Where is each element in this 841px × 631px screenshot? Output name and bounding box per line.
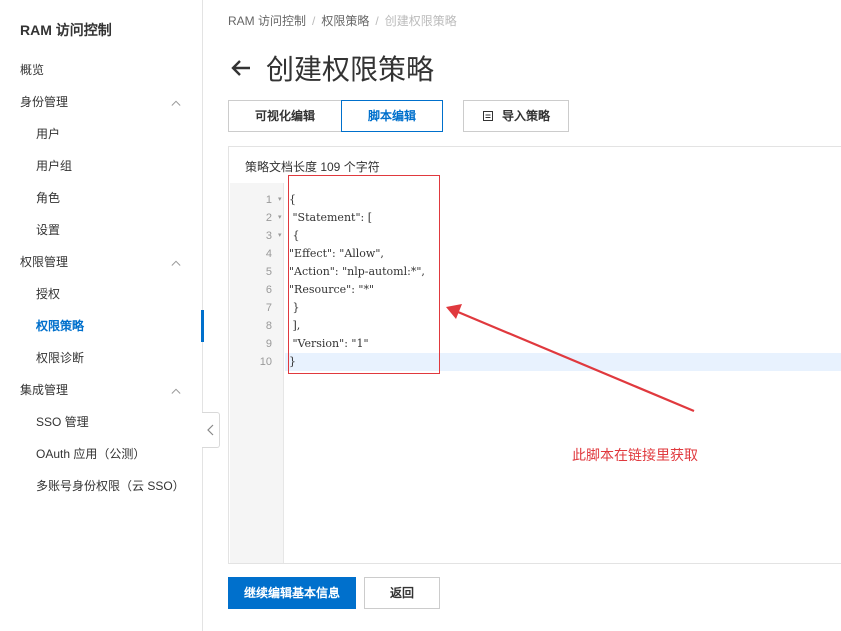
sidebar-item-7[interactable]: 授权 — [0, 278, 203, 310]
sidebar-item-4[interactable]: 角色 — [0, 182, 203, 214]
chevron-up-icon[interactable] — [171, 98, 181, 108]
sidebar-collapse-handle[interactable] — [202, 412, 220, 448]
sidebar-item-label: 用户组 — [36, 159, 73, 173]
import-policy-button[interactable]: 导入策略 — [463, 100, 570, 132]
import-policy-label: 导入策略 — [502, 109, 551, 123]
sidebar-item-0[interactable]: 概览 — [0, 54, 203, 86]
line-number: 9 — [265, 338, 272, 350]
chevron-up-icon[interactable] — [171, 386, 181, 396]
line-number: 8 — [265, 320, 272, 332]
sidebar-item-9[interactable]: 权限诊断 — [0, 342, 203, 374]
sidebar-item-5[interactable]: 设置 — [0, 214, 203, 246]
fold-toggle-icon[interactable]: ▾ — [278, 227, 282, 245]
tab-visual-edit[interactable]: 可视化编辑 — [228, 100, 343, 132]
sidebar-item-label: 授权 — [36, 287, 61, 301]
sidebar-item-8[interactable]: 权限策略 — [0, 310, 204, 342]
breadcrumb-item-ram[interactable]: RAM 访问控制 — [228, 14, 306, 28]
sidebar-item-1[interactable]: 身份管理 — [0, 86, 203, 118]
chevron-up-icon[interactable] — [171, 258, 181, 268]
back-arrow-icon[interactable] — [228, 55, 254, 81]
sidebar-item-label: 用户 — [36, 127, 61, 141]
page-title-row: 创建权限策略 — [228, 48, 434, 88]
chevron-left-icon — [206, 424, 213, 436]
sidebar-item-2[interactable]: 用户 — [0, 118, 203, 150]
sidebar-item-3[interactable]: 用户组 — [0, 150, 203, 182]
sidebar-item-6[interactable]: 权限管理 — [0, 246, 203, 278]
sidebar-item-label: OAuth 应用（公测） — [36, 447, 146, 461]
sidebar-item-label: 角色 — [36, 191, 61, 205]
active-indicator — [201, 310, 204, 342]
back-button[interactable]: 返回 — [364, 577, 440, 609]
line-number: 5 — [265, 266, 272, 278]
line-number: 6 — [265, 284, 272, 296]
import-icon — [483, 111, 493, 121]
doc-length-label: 策略文档长度 109 个字符 — [245, 160, 380, 174]
line-number: 1 — [265, 194, 272, 206]
continue-edit-basic-info-button[interactable]: 继续编辑基本信息 — [228, 577, 356, 609]
line-number: 7 — [265, 302, 272, 314]
sidebar-title: RAM 访问控制 — [20, 22, 112, 38]
line-number: 10 — [259, 356, 272, 368]
editor-mode-tabs: 可视化编辑 脚本编辑 — [228, 100, 444, 132]
sidebar-item-11[interactable]: SSO 管理 — [0, 406, 203, 438]
sidebar-item-12[interactable]: OAuth 应用（公测） — [0, 438, 203, 470]
line-number: 3 — [265, 230, 272, 242]
breadcrumb-item-current: 创建权限策略 — [384, 14, 457, 28]
sidebar-item-label: 设置 — [36, 223, 61, 237]
sidebar-item-label: SSO 管理 — [36, 415, 89, 429]
fold-toggle-icon[interactable]: ▾ — [278, 191, 282, 209]
tab-script-edit[interactable]: 脚本编辑 — [341, 100, 444, 132]
sidebar-item-label: 身份管理 — [20, 95, 69, 109]
editor-gutter: 1 ▾ 2 ▾ 3 ▾ 4 5 6 7 8 9 10 — [230, 183, 284, 563]
page-title: 创建权限策略 — [266, 54, 435, 85]
line-number: 2 — [265, 212, 272, 224]
sidebar-item-label: 多账号身份权限（云 SSO） — [36, 479, 185, 493]
fold-toggle-icon[interactable]: ▾ — [278, 209, 282, 227]
breadcrumb-item-policies[interactable]: 权限策略 — [321, 14, 369, 28]
sidebar-item-10[interactable]: 集成管理 — [0, 374, 203, 406]
sidebar-item-label: 概览 — [20, 63, 45, 77]
sidebar-item-label: 权限管理 — [20, 255, 69, 269]
sidebar-item-label: 集成管理 — [20, 383, 69, 397]
sidebar-item-13[interactable]: 多账号身份权限（云 SSO） — [0, 470, 203, 502]
sidebar-item-label: 权限诊断 — [36, 351, 85, 365]
line-number: 4 — [265, 248, 272, 260]
sidebar: RAM 访问控制 概览身份管理用户用户组角色设置权限管理授权权限策略权限诊断集成… — [0, 0, 204, 631]
sidebar-item-label: 权限策略 — [36, 319, 85, 333]
annotation-highlight-box — [288, 175, 440, 374]
annotation-text: 此脚本在链接里获取 — [572, 447, 698, 463]
breadcrumb: RAM 访问控制 / 权限策略 / 创建权限策略 — [228, 14, 457, 28]
